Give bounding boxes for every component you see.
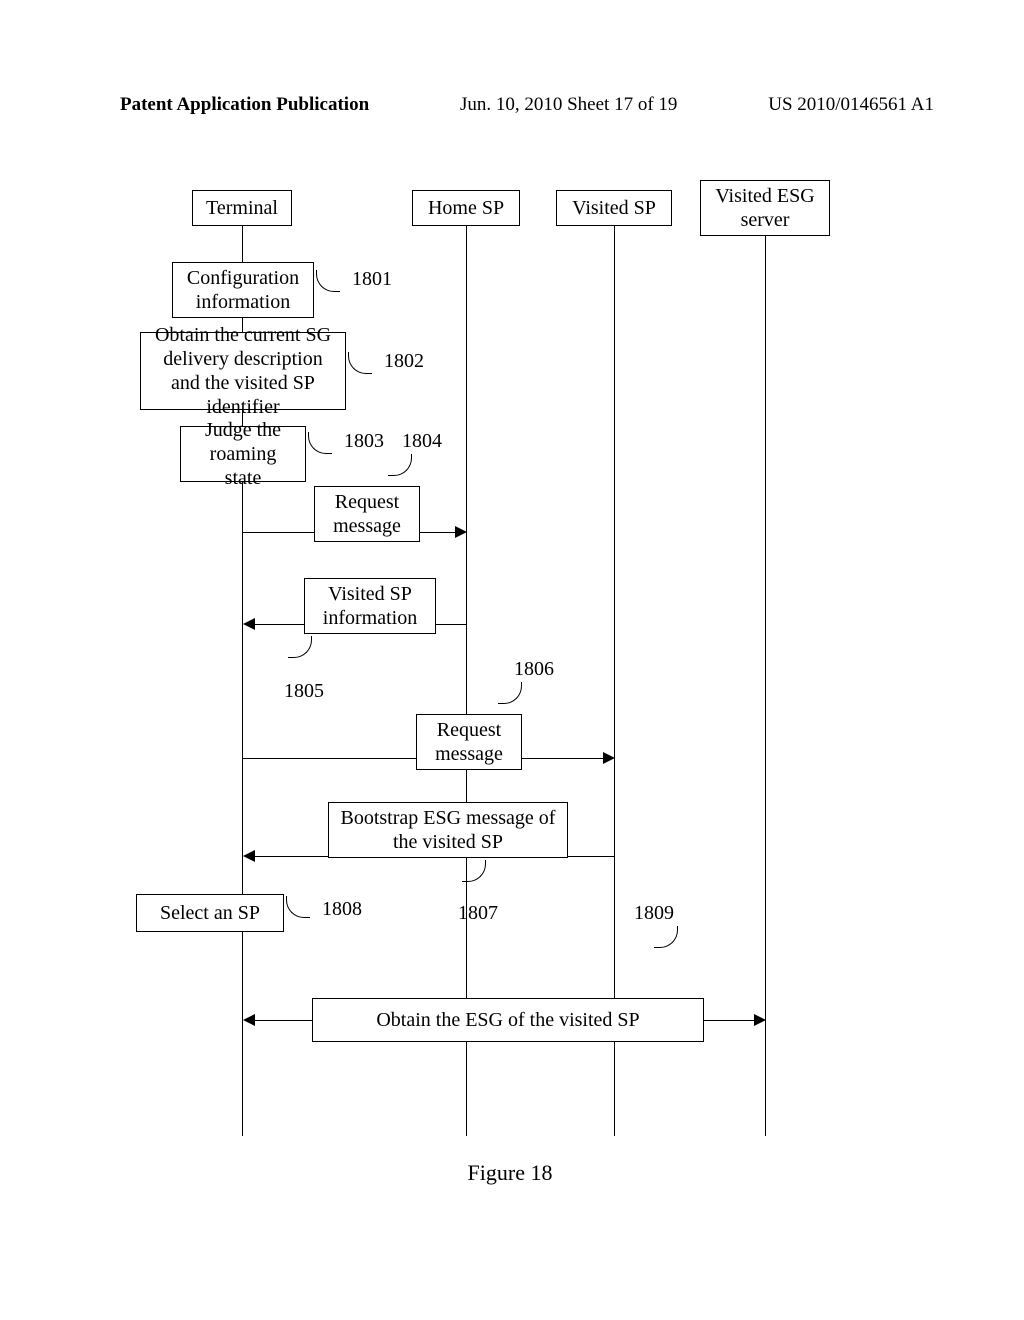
arrow-obtain-esg-right <box>704 1020 754 1021</box>
box-bootstrap: Bootstrap ESG message of the visited SP <box>328 802 568 858</box>
ref-1804: 1804 <box>402 430 442 453</box>
box-bootstrap-label: Bootstrap ESG message of the visited SP <box>337 806 559 854</box>
swoosh-1804 <box>388 454 412 476</box>
box-request-2-label: Request message <box>425 718 513 766</box>
swoosh-1805 <box>288 636 312 658</box>
actor-visited-esg-server-label: Visited ESG server <box>707 184 823 232</box>
swoosh-1808 <box>286 896 310 918</box>
page-header: Patent Application Publication Jun. 10, … <box>120 94 934 116</box>
box-select-sp: Select an SP <box>136 894 284 932</box>
arrow-head-visited-sp-info <box>243 618 255 630</box>
lifeline-visited-esg-server <box>765 236 766 1136</box>
arrow-head-obtain-esg-right <box>754 1014 766 1026</box>
box-request-2: Request message <box>416 714 522 770</box>
actor-visited-sp: Visited SP <box>556 190 672 226</box>
arrow-head-request-1 <box>455 526 467 538</box>
header-right: US 2010/0146561 A1 <box>768 94 934 116</box>
box-obtain-esg-label: Obtain the ESG of the visited SP <box>376 1008 639 1032</box>
swoosh-1807 <box>462 860 486 882</box>
ref-1806: 1806 <box>514 658 554 681</box>
actor-visited-sp-label: Visited SP <box>572 196 656 220</box>
arrow-head-bootstrap <box>243 850 255 862</box>
ref-1803: 1803 <box>344 430 384 453</box>
box-obtain-sg: Obtain the current SG delivery descripti… <box>140 332 346 410</box>
ref-1807: 1807 <box>458 902 498 925</box>
box-config-info: Configuration information <box>172 262 314 318</box>
box-visited-sp-info: Visited SP information <box>304 578 436 634</box>
arrow-head-request-2 <box>603 752 615 764</box>
ref-1802: 1802 <box>384 350 424 373</box>
swoosh-1802 <box>348 352 372 374</box>
arrow-obtain-esg-left <box>254 1020 312 1021</box>
box-config-info-label: Configuration information <box>181 266 305 314</box>
swoosh-1801 <box>316 270 340 292</box>
box-visited-sp-info-label: Visited SP information <box>313 582 427 630</box>
header-center: Jun. 10, 2010 Sheet 17 of 19 <box>460 94 677 116</box>
ref-1808: 1808 <box>322 898 362 921</box>
box-request-1: Request message <box>314 486 420 542</box>
ref-1805: 1805 <box>284 680 324 703</box>
sequence-diagram: Terminal Home SP Visited SP Visited ESG … <box>100 180 920 1180</box>
swoosh-1803 <box>308 432 332 454</box>
figure-caption: Figure 18 <box>100 1160 920 1186</box>
box-request-1-label: Request message <box>323 490 411 538</box>
actor-terminal: Terminal <box>192 190 292 226</box>
arrow-head-obtain-esg-left <box>243 1014 255 1026</box>
header-left: Patent Application Publication <box>120 94 369 116</box>
box-obtain-sg-label: Obtain the current SG delivery descripti… <box>149 323 337 419</box>
box-obtain-esg: Obtain the ESG of the visited SP <box>312 998 704 1042</box>
actor-home-sp-label: Home SP <box>428 196 504 220</box>
ref-1801: 1801 <box>352 268 392 291</box>
actor-home-sp: Home SP <box>412 190 520 226</box>
swoosh-1809 <box>654 926 678 948</box>
box-judge-roaming: Judge the roaming state <box>180 426 306 482</box>
swoosh-1806 <box>498 682 522 704</box>
actor-terminal-label: Terminal <box>206 196 278 220</box>
box-select-sp-label: Select an SP <box>160 901 260 925</box>
box-judge-roaming-label: Judge the roaming state <box>189 418 297 490</box>
ref-1809: 1809 <box>634 902 674 925</box>
actor-visited-esg-server: Visited ESG server <box>700 180 830 236</box>
